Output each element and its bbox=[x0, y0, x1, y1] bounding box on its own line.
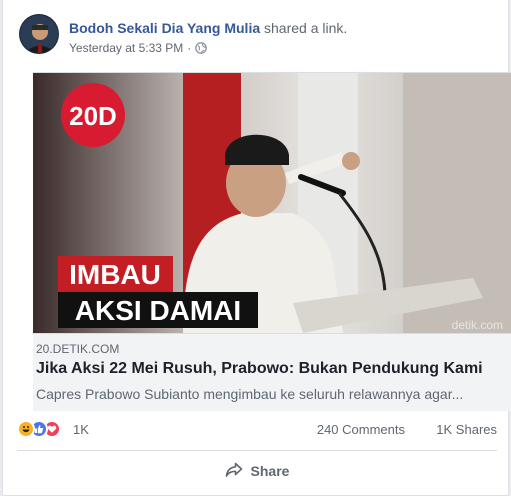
image-caption-line2: AKSI DAMAI bbox=[75, 295, 241, 326]
post-action-text: shared a link. bbox=[264, 20, 348, 36]
author-line: Bodoh Sekali Dia Yang Mulia shared a lin… bbox=[69, 20, 347, 36]
comments-count[interactable]: 240 Comments bbox=[317, 422, 405, 437]
link-preview-image[interactable]: 20D IMBAU AKSI DAMAI detik.com bbox=[33, 73, 511, 333]
share-icon bbox=[225, 462, 243, 481]
author-avatar[interactable] bbox=[19, 14, 59, 54]
link-title[interactable]: Jika Aksi 22 Mei Rusuh, Prabowo: Bukan P… bbox=[36, 360, 483, 378]
image-watermark: detik.com bbox=[452, 318, 503, 332]
haha-icon[interactable] bbox=[17, 420, 35, 438]
link-preview[interactable]: 20D IMBAU AKSI DAMAI detik.com 20.DETIK.… bbox=[33, 72, 511, 411]
post-stats: 1K 240 Comments 1K Shares bbox=[17, 418, 501, 442]
author-name[interactable]: Bodoh Sekali Dia Yang Mulia bbox=[69, 20, 260, 36]
reaction-count[interactable]: 1K bbox=[73, 422, 89, 437]
post-header: Bodoh Sekali Dia Yang Mulia shared a lin… bbox=[19, 14, 489, 62]
shares-count[interactable]: 1K Shares bbox=[436, 422, 497, 437]
post-meta: Yesterday at 5:33 PM · bbox=[69, 41, 208, 55]
link-preview-text[interactable]: 20.DETIK.COM Jika Aksi 22 Mei Rusuh, Pra… bbox=[33, 333, 511, 411]
image-caption-line1: IMBAU bbox=[69, 259, 161, 290]
action-divider bbox=[17, 450, 497, 451]
meta-separator: · bbox=[187, 41, 192, 55]
share-label: Share bbox=[250, 463, 290, 479]
globe-icon[interactable] bbox=[195, 42, 208, 54]
link-domain: 20.DETIK.COM bbox=[36, 342, 120, 356]
share-button[interactable]: Share bbox=[17, 455, 497, 487]
image-logo: 20D bbox=[69, 101, 117, 131]
reaction-icons[interactable] bbox=[17, 420, 61, 438]
post-card: Bodoh Sekali Dia Yang Mulia shared a lin… bbox=[2, 0, 511, 496]
post-timestamp[interactable]: Yesterday at 5:33 PM bbox=[69, 41, 183, 55]
avatar-image bbox=[20, 15, 58, 53]
link-description: Capres Prabowo Subianto mengimbau ke sel… bbox=[36, 386, 464, 402]
